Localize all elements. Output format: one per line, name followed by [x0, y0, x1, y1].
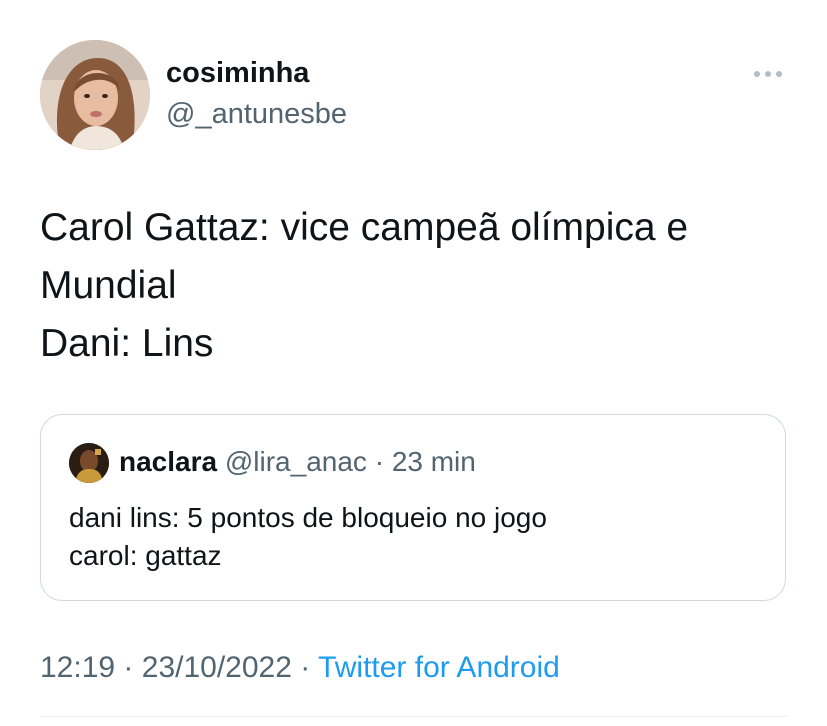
tweet-metadata: 12:19 · 23/10/2022 · Twitter for Android: [40, 651, 560, 685]
quoted-time: 23 min: [391, 446, 476, 477]
tweet-date[interactable]: 23/10/2022: [142, 651, 292, 684]
more-dot: [776, 71, 782, 77]
meta-separator: ·: [123, 651, 134, 684]
quoted-handle[interactable]: @lira_anac: [225, 446, 367, 477]
more-dot: [754, 71, 760, 77]
quoted-separator: ·: [374, 446, 385, 477]
tweet-text-line: Mundial: [40, 264, 177, 307]
author-avatar[interactable]: [40, 40, 150, 150]
quoted-display-name[interactable]: naclara: [119, 446, 217, 477]
more-dot: [765, 71, 771, 77]
quoted-text-line: carol: gattaz: [69, 540, 222, 571]
quoted-avatar-image: [69, 443, 109, 483]
tweet-text-line: Carol Gattaz: vice campeã olímpica e: [40, 206, 689, 249]
quoted-tweet-card[interactable]: naclara @lira_anac · 23 min dani lins: 5…: [40, 414, 786, 601]
tweet-text-line: Dani: Lins: [40, 322, 214, 365]
meta-separator: ·: [300, 651, 311, 684]
quoted-text: dani lins: 5 pontos de bloqueio no jogo …: [69, 499, 547, 575]
quoted-author-avatar: [69, 443, 109, 483]
tweet-source-link[interactable]: Twitter for Android: [318, 651, 560, 684]
author-avatar-image: [40, 40, 150, 150]
author-handle[interactable]: @_antunesbe: [166, 98, 347, 131]
quoted-header: naclara @lira_anac · 23 min: [119, 446, 476, 478]
divider: [40, 716, 787, 717]
author-display-name[interactable]: cosiminha: [166, 57, 309, 90]
quoted-text-line: dani lins: 5 pontos de bloqueio no jogo: [69, 502, 547, 533]
more-horizontal-icon[interactable]: [748, 63, 788, 85]
tweet-text: Carol Gattaz: vice campeã olímpica e Mun…: [40, 199, 800, 373]
tweet-time[interactable]: 12:19: [40, 651, 115, 684]
